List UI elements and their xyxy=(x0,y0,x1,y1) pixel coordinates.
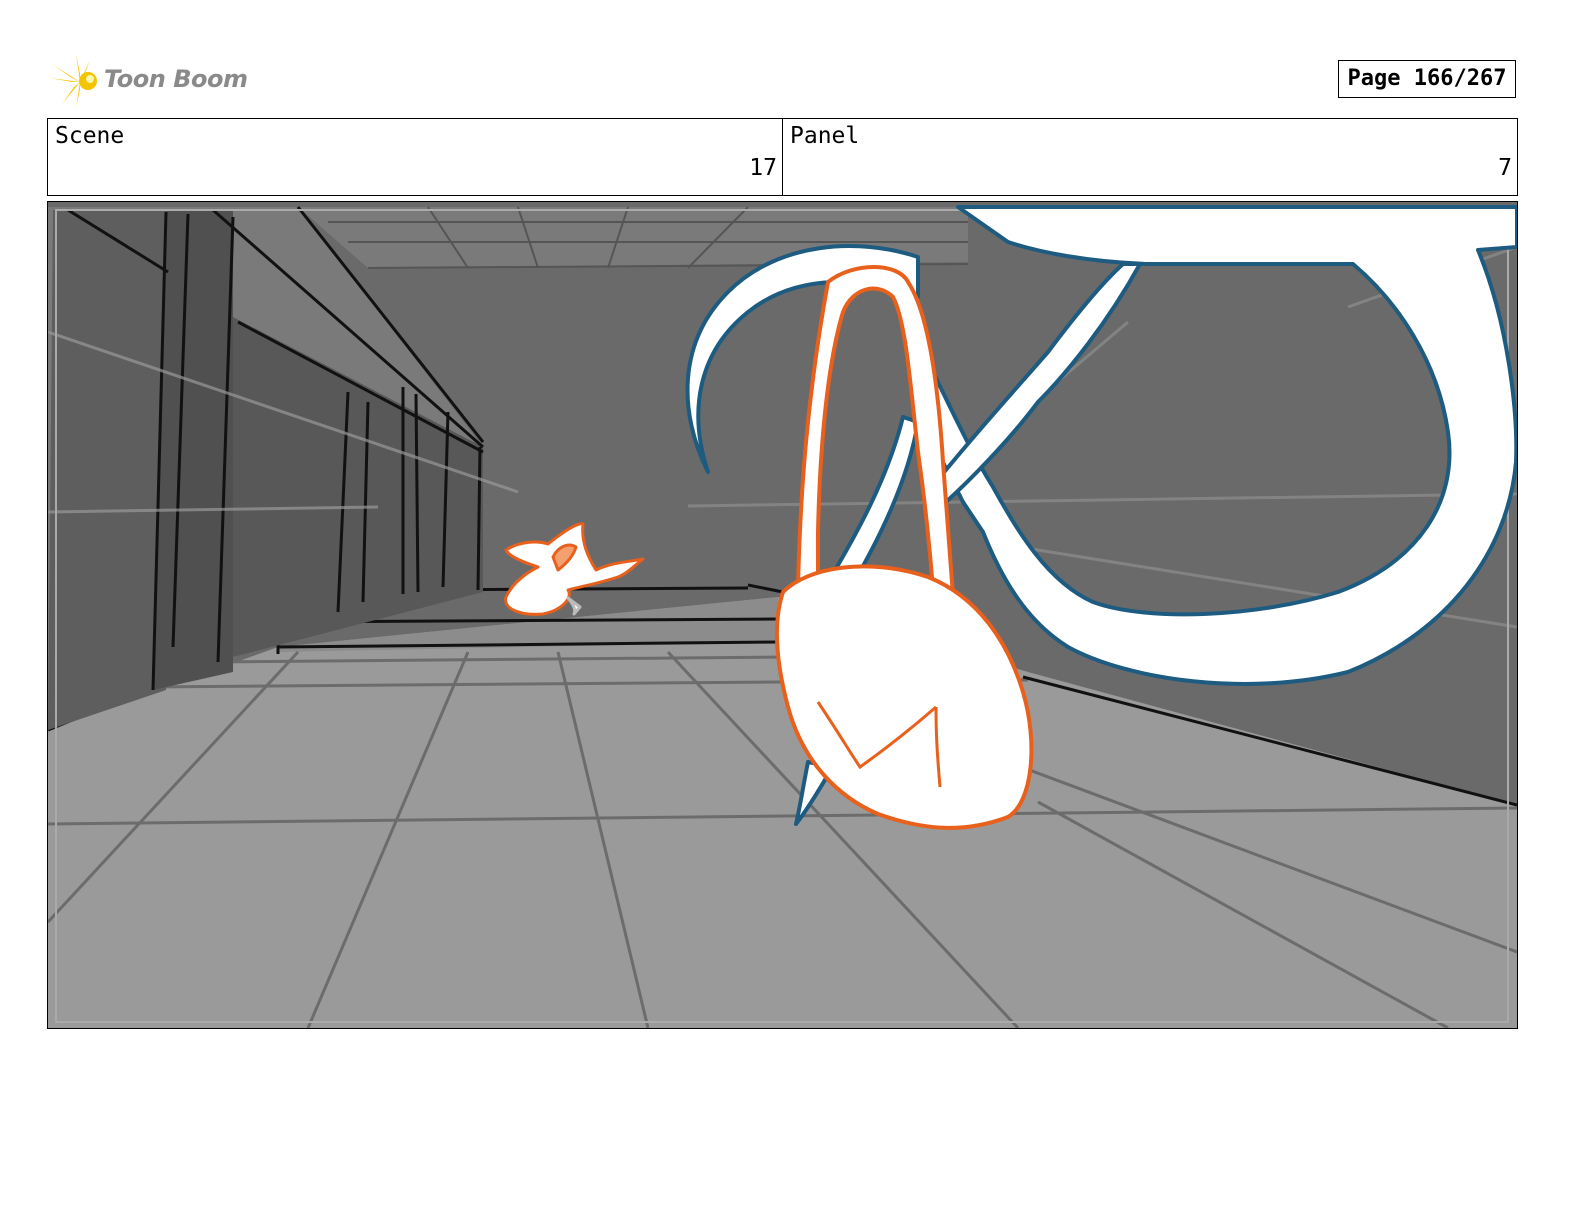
storyboard-drawing xyxy=(48,202,1517,1028)
scene-cell: Scene 17 xyxy=(48,119,782,195)
scene-label: Scene xyxy=(55,123,125,149)
page-counter: Page 166/267 xyxy=(1338,60,1516,98)
logo-text: Toon Boom xyxy=(104,65,248,93)
panel-cell: Panel 7 xyxy=(782,119,1517,195)
starburst-icon xyxy=(50,54,97,108)
scene-number: 17 xyxy=(749,155,777,181)
toon-boom-logo: Toon Boom xyxy=(50,54,250,110)
scene-panel-info: Scene 17 Panel 7 xyxy=(47,118,1518,196)
storyboard-panel-frame xyxy=(47,201,1518,1029)
panel-label: Panel xyxy=(790,123,860,149)
panel-number: 7 xyxy=(1498,155,1512,181)
